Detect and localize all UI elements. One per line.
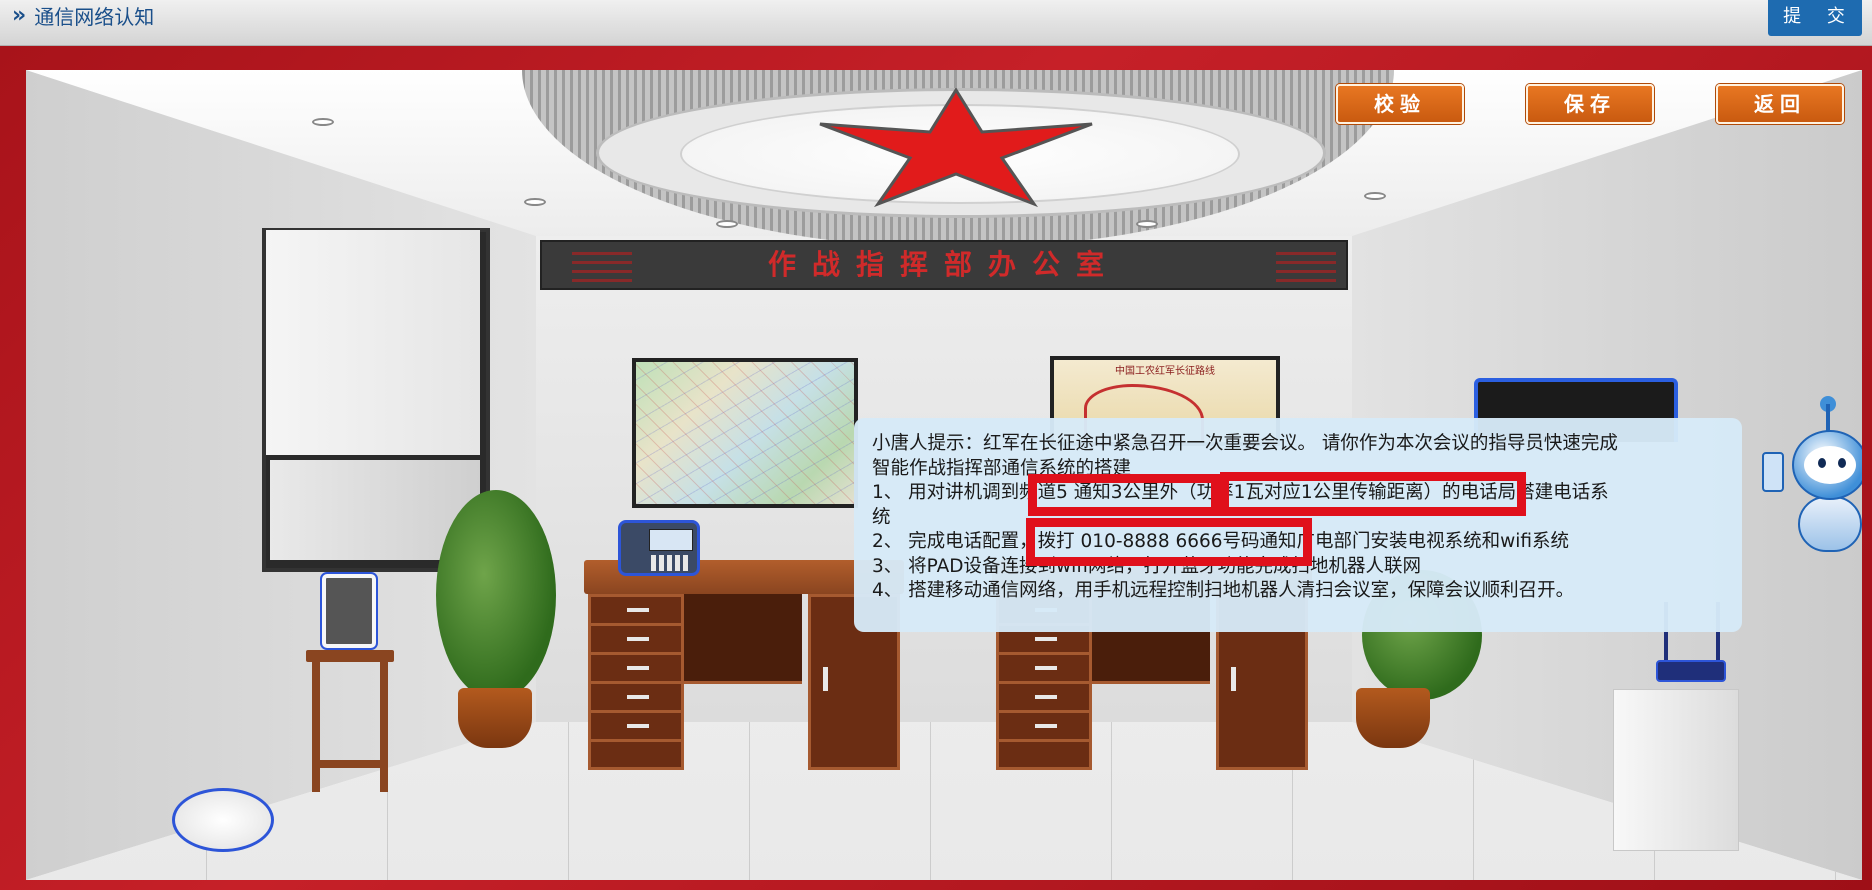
double-chevron-right-icon: » bbox=[12, 2, 27, 28]
tablet-pad-icon[interactable] bbox=[320, 572, 378, 650]
mascot-face bbox=[1804, 446, 1856, 484]
plant-pot bbox=[458, 688, 532, 748]
ceiling-light bbox=[1364, 192, 1386, 200]
ceiling-light bbox=[524, 198, 546, 206]
map-title: 中国工农红军长征路线 bbox=[1115, 366, 1215, 377]
mascot-body bbox=[1798, 496, 1862, 552]
ceiling-light bbox=[1136, 220, 1158, 228]
drawer bbox=[591, 713, 681, 742]
office-scene: 作战指挥部办公室 中国工农红军长征路线 校验 保存 返回 小唐人提示：红军在长征… bbox=[26, 70, 1862, 880]
mascot-eye bbox=[1818, 458, 1826, 468]
stool-top bbox=[306, 650, 394, 662]
drawer bbox=[591, 684, 681, 713]
drawer bbox=[999, 684, 1089, 713]
drawer bbox=[591, 597, 681, 626]
drawer bbox=[999, 713, 1089, 742]
save-button[interactable]: 保存 bbox=[1526, 84, 1654, 124]
page-title: 通信网络认知 bbox=[34, 4, 155, 29]
submit-button[interactable]: 提 交 bbox=[1768, 0, 1862, 36]
red-star-icon bbox=[819, 88, 1093, 208]
drawer bbox=[999, 655, 1089, 684]
mascot-antenna bbox=[1826, 404, 1830, 432]
highlight-channel bbox=[1028, 474, 1220, 516]
highlight-phone-number bbox=[1026, 518, 1312, 566]
back-button[interactable]: 返回 bbox=[1716, 84, 1844, 124]
hint-intro: 小唐人提示：红军在长征途中紧急召开一次重要会议。 请你作为本次会议的指导员快速完… bbox=[872, 433, 1618, 454]
plant-leaves bbox=[436, 490, 556, 700]
stool-leg bbox=[312, 662, 320, 792]
highlight-power bbox=[1220, 472, 1526, 516]
stool-leg bbox=[380, 662, 388, 792]
wifi-router-icon[interactable] bbox=[1656, 660, 1726, 682]
stool-bar bbox=[318, 760, 382, 768]
drawer-column bbox=[588, 594, 684, 770]
breadcrumb: » 通信网络认知 bbox=[12, 2, 155, 29]
phone-keypad bbox=[651, 555, 691, 571]
ceiling-light bbox=[312, 118, 334, 126]
robot-vacuum-icon[interactable] bbox=[172, 788, 274, 852]
city-map bbox=[632, 358, 858, 508]
verify-button[interactable]: 校验 bbox=[1336, 84, 1464, 124]
top-bar: » 通信网络认知 提 交 bbox=[0, 0, 1872, 46]
led-banner: 作战指挥部办公室 bbox=[540, 240, 1348, 290]
mascot-phone-icon bbox=[1762, 452, 1784, 492]
window-blind bbox=[266, 230, 480, 455]
phone-screen bbox=[649, 529, 693, 551]
pedestal bbox=[1614, 690, 1738, 850]
ceiling-light bbox=[716, 220, 738, 228]
hint-step-4: 4、 搭建移动通信网络，用手机远程控制扫地机器人清扫会议室，保障会议顺利召开。 bbox=[872, 580, 1575, 601]
desk-phone-icon[interactable] bbox=[618, 520, 700, 576]
drawer bbox=[591, 655, 681, 684]
mascot-eye bbox=[1838, 458, 1846, 468]
banner-title: 作战指挥部办公室 bbox=[767, 248, 1120, 281]
drawer bbox=[591, 626, 681, 655]
plant-pot bbox=[1356, 688, 1430, 748]
desk-knee-space bbox=[684, 594, 802, 684]
